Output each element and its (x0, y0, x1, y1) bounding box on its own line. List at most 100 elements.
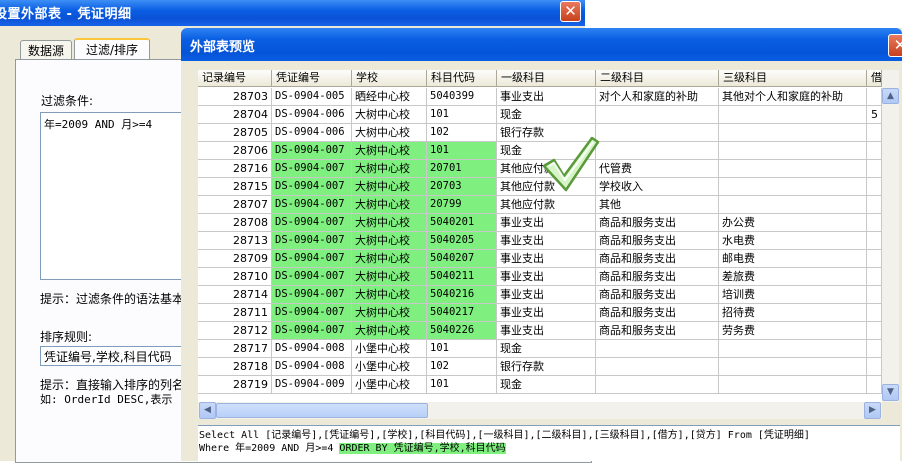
cell-record-id: 28715 (198, 178, 272, 196)
column-header-school[interactable]: 学校 (352, 70, 427, 87)
cell-voucher-no: DS-0904-007 (272, 196, 352, 214)
horizontal-scroll-thumb[interactable] (216, 403, 428, 418)
cell-debit (867, 268, 882, 286)
cell-level1-account: 事业支出 (497, 88, 596, 106)
table-row[interactable]: 28713 DS-0904-007 大树中心校 5040205 事业支出 商品和服务支出水… (198, 232, 882, 250)
cell-debit (867, 340, 882, 358)
cell-level3-account (719, 340, 867, 358)
cell-voucher-no: DS-0904-008 (272, 340, 352, 358)
column-header-voucher-no[interactable]: 凭证编号 (272, 70, 352, 87)
scroll-right-icon[interactable]: ▶ (864, 402, 881, 419)
cell-account-code: 5040207 (427, 250, 497, 268)
cell-level1-account: 银行存款 (497, 358, 596, 376)
sort-label: 排序规则: (40, 330, 93, 344)
tab-filter-sort[interactable]: 过滤/排序 (74, 38, 150, 60)
table-row[interactable]: 28708 DS-0904-007 大树中心校 5040201 事业支出 商品和服务支出办… (198, 214, 882, 232)
cell-account-code: 101 (427, 106, 497, 124)
vertical-scrollbar[interactable] (882, 70, 899, 402)
cell-voucher-no: DS-0904-007 (272, 268, 352, 286)
cell-level3-account: 其他对个人和家庭的补助 (719, 88, 867, 106)
cell-debit (867, 250, 882, 268)
cell-level3-account: 培训费 (719, 286, 867, 304)
table-row[interactable]: 28717 DS-0904-008 小堡中心校 101 现金 (198, 340, 882, 358)
table-row[interactable]: 28704 DS-0904-006 大树中心校 101 现金 5 (198, 106, 882, 124)
cell-level3-account: 水电费 (719, 232, 867, 250)
preview-title-bar[interactable]: 外部表预览 ✕ (181, 28, 902, 61)
cell-level3-account: 邮电费 (719, 250, 867, 268)
cell-level2-account (596, 376, 719, 394)
cell-level1-account: 事业支出 (497, 286, 596, 304)
cell-level1-account: 其他应付款 (497, 196, 596, 214)
cell-voucher-no: DS-0904-007 (272, 142, 352, 160)
table-row[interactable]: 28714 DS-0904-007 大树中心校 5040216 事业支出 商品和服务支出培… (198, 286, 882, 304)
cell-debit (867, 160, 882, 178)
cell-level2-account: 商品和服务支出 (596, 286, 719, 304)
table-row[interactable]: 28712 DS-0904-007 大树中心校 5040226 事业支出 商品和服务支出劳… (198, 322, 882, 340)
table-row[interactable]: 28703 DS-0904-005 晒经中心校 5040399 事业支出 对个人和家庭的补… (198, 88, 882, 106)
cell-voucher-no: DS-0904-007 (272, 160, 352, 178)
column-header-level1-account[interactable]: 一级科目 (497, 70, 596, 87)
cell-account-code: 5040216 (427, 286, 497, 304)
cell-level3-account: 劳务费 (719, 322, 867, 340)
table-row[interactable]: 28718 DS-0904-008 小堡中心校 102 银行存款 (198, 358, 882, 376)
cell-record-id: 28707 (198, 196, 272, 214)
cell-school: 大树中心校 (352, 286, 427, 304)
scroll-up-icon[interactable]: ▲ (882, 88, 899, 104)
table-row[interactable]: 28710 DS-0904-007 大树中心校 5040211 事业支出 商品和服务支出差… (198, 268, 882, 286)
close-icon[interactable]: ✕ (560, 1, 581, 22)
cell-record-id: 28710 (198, 268, 272, 286)
cell-level2-account: 商品和服务支出 (596, 250, 719, 268)
cell-school: 大树中心校 (352, 142, 427, 160)
cell-school: 小堡中心校 (352, 358, 427, 376)
cell-debit (867, 178, 882, 196)
cell-record-id: 28717 (198, 340, 272, 358)
cell-level1-account: 现金 (497, 340, 596, 358)
cell-school: 大树中心校 (352, 160, 427, 178)
tab-data-source[interactable]: 数据源 (20, 40, 72, 59)
column-header-account-code[interactable]: 科目代码 (427, 70, 497, 87)
sort-hint-2: 如: OrderId DESC,表示 (40, 393, 173, 406)
column-header-level3-account[interactable]: 三级科目 (719, 70, 867, 87)
cell-debit (867, 322, 882, 340)
cell-school: 大树中心校 (352, 124, 427, 142)
filter-condition-input[interactable]: 年=2009 AND 月>=4 (40, 112, 190, 280)
sort-rule-input[interactable]: 凭证编号,学校,科目代码 (40, 346, 190, 366)
cell-school: 大树中心校 (352, 196, 427, 214)
cell-level1-account: 事业支出 (497, 250, 596, 268)
cell-voucher-no: DS-0904-007 (272, 250, 352, 268)
cell-voucher-no: DS-0904-007 (272, 214, 352, 232)
cell-level3-account (719, 160, 867, 178)
cell-account-code: 102 (427, 124, 497, 142)
table-row[interactable]: 28719 DS-0904-009 小堡中心校 101 现金 (198, 376, 882, 394)
cell-account-code: 20701 (427, 160, 497, 178)
cell-debit: 5 (867, 106, 882, 124)
cell-level3-account (719, 376, 867, 394)
scroll-left-icon[interactable]: ◀ (199, 402, 216, 419)
column-header-record-id[interactable]: 记录编号 (198, 70, 272, 87)
cell-record-id: 28718 (198, 358, 272, 376)
cell-level2-account (596, 124, 719, 142)
cell-school: 晒经中心校 (352, 88, 427, 106)
cell-debit (867, 304, 882, 322)
cell-record-id: 28704 (198, 106, 272, 124)
cell-level3-account: 办公费 (719, 214, 867, 232)
cell-voucher-no: DS-0904-009 (272, 376, 352, 394)
cell-account-code: 101 (427, 376, 497, 394)
cell-account-code: 5040205 (427, 232, 497, 250)
cell-level2-account: 商品和服务支出 (596, 304, 719, 322)
column-header-level2-account[interactable]: 二级科目 (596, 70, 719, 87)
cell-account-code: 5040399 (427, 88, 497, 106)
table-row[interactable]: 28711 DS-0904-007 大树中心校 5040217 事业支出 商品和服务支出招… (198, 304, 882, 322)
close-icon[interactable]: ✕ (888, 34, 902, 57)
cell-record-id: 28708 (198, 214, 272, 232)
scroll-down-icon[interactable]: ▼ (882, 384, 899, 401)
cell-level2-account (596, 340, 719, 358)
table-row[interactable]: 28707 DS-0904-007 大树中心校 20799 其他应付款 其他 (198, 196, 882, 214)
cell-debit (867, 88, 882, 106)
cell-level2-account (596, 142, 719, 160)
table-row[interactable]: 28709 DS-0904-007 大树中心校 5040207 事业支出 商品和服务支出邮… (198, 250, 882, 268)
settings-dialog-title-bar[interactable]: 设置外部表 - 凭证明细 ✕ (0, 0, 585, 26)
cell-debit (867, 142, 882, 160)
column-header-debit[interactable]: 借 (867, 70, 882, 87)
cell-voucher-no: DS-0904-007 (272, 178, 352, 196)
